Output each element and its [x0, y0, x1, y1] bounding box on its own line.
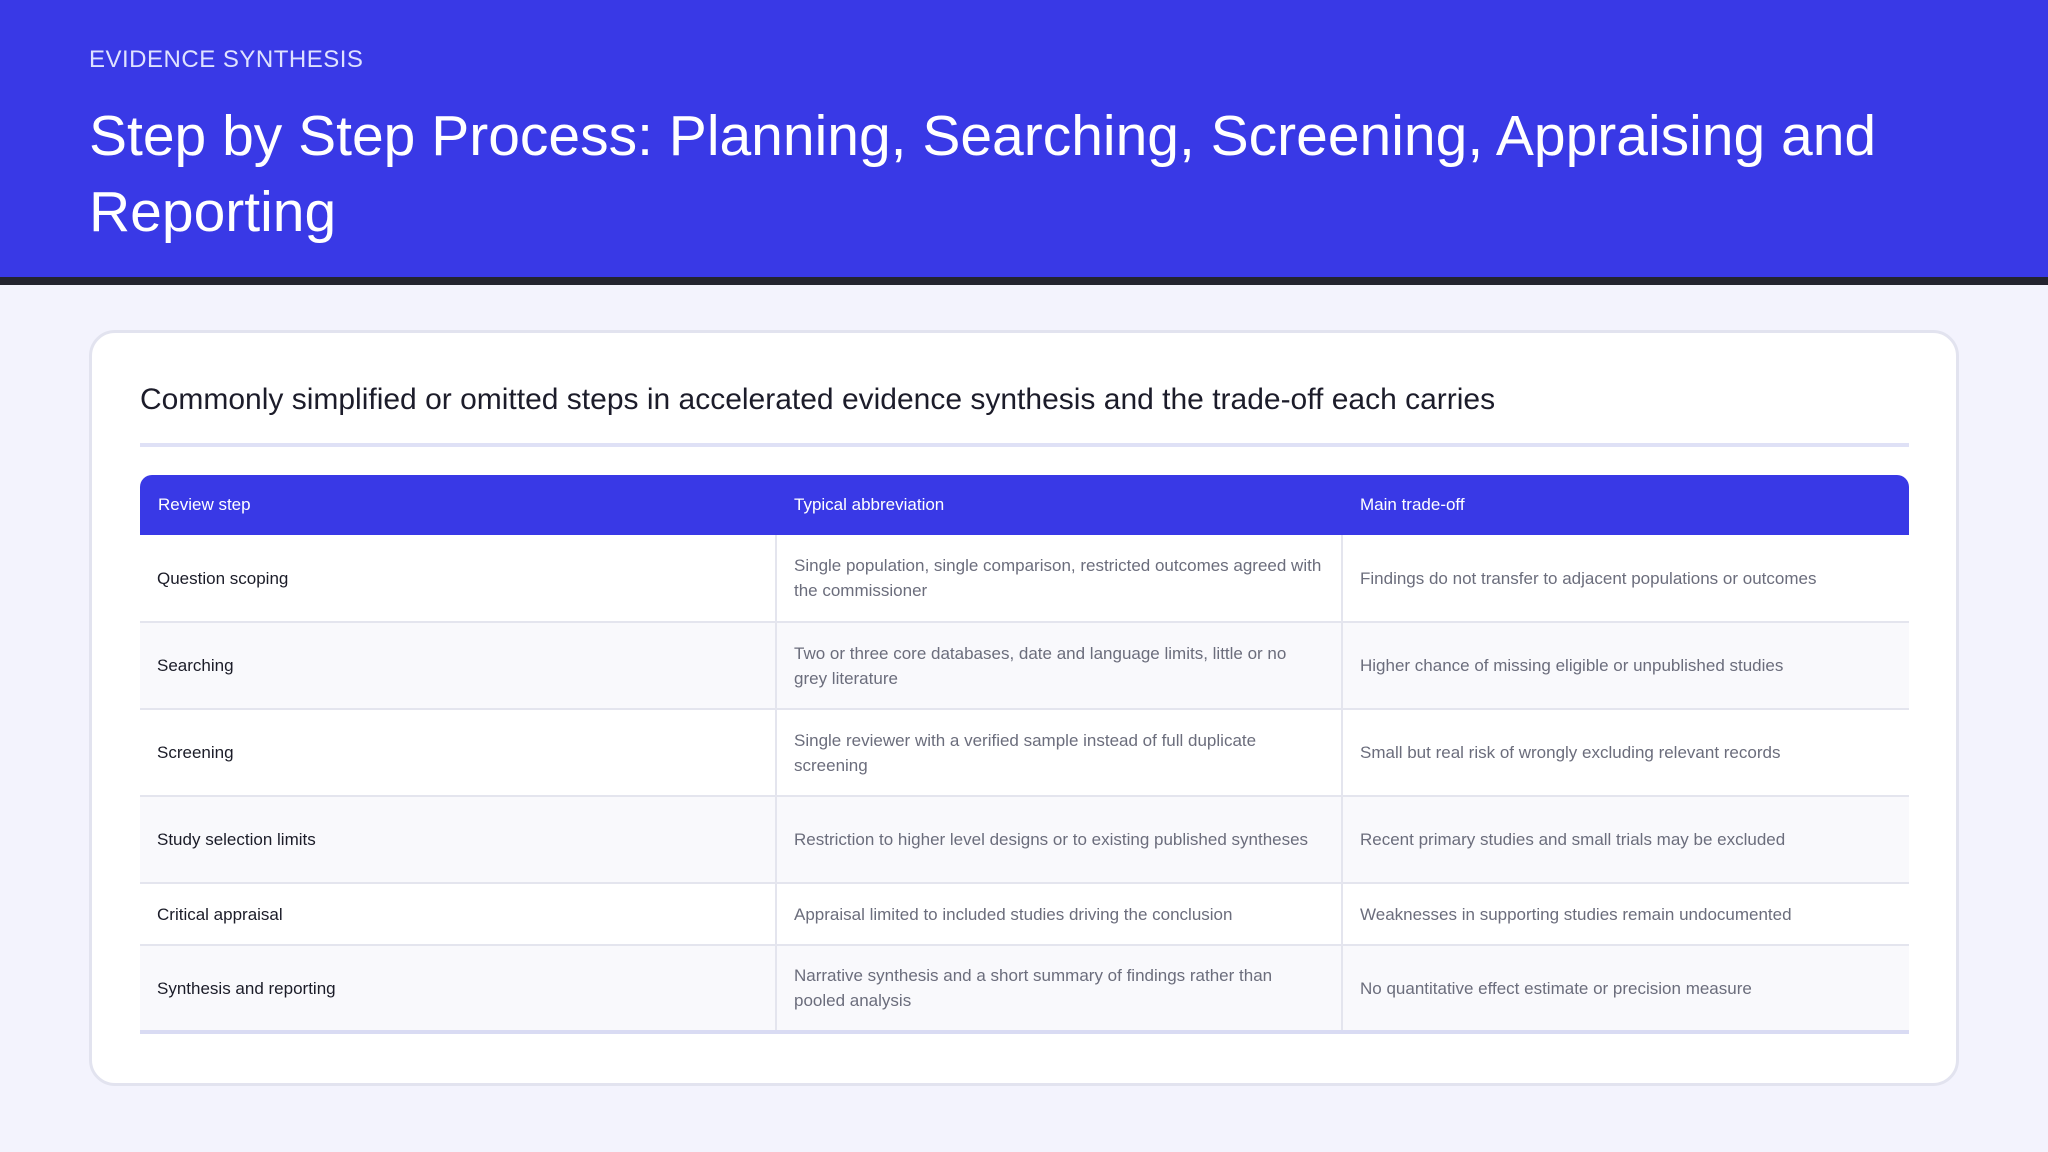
cell-main-trade-off: Small but real risk of wrongly excluding… — [1341, 709, 1909, 797]
cell-typical-abbreviation: Appraisal limited to included studies dr… — [775, 883, 1342, 946]
column-header-review-step: Review step — [140, 475, 776, 535]
page-header: EVIDENCE SYNTHESIS Step by Step Process:… — [0, 0, 2048, 285]
table-header-row: Review step Typical abbreviation Main tr… — [140, 475, 1909, 535]
cell-main-trade-off: Weaknesses in supporting studies remain … — [1341, 883, 1909, 946]
table-row: Searching Two or three core databases, d… — [140, 622, 1909, 710]
card-title: Commonly simplified or omitted steps in … — [140, 383, 1496, 416]
page-title: Step by Step Process: Planning, Searchin… — [89, 104, 1877, 244]
table-row: Question scoping Single population, sing… — [140, 535, 1909, 623]
title-divider — [140, 443, 1909, 447]
steps-table: Review step Typical abbreviation Main tr… — [140, 475, 1909, 1034]
table-row: Critical appraisal Appraisal limited to … — [140, 883, 1909, 946]
cell-review-step: Question scoping — [140, 535, 776, 623]
table-row: Screening Single reviewer with a verifie… — [140, 709, 1909, 797]
column-header-typical-abbreviation: Typical abbreviation — [776, 475, 1342, 535]
cell-main-trade-off: No quantitative effect estimate or preci… — [1341, 945, 1909, 1034]
cell-review-step: Synthesis and reporting — [140, 945, 776, 1034]
cell-main-trade-off: Findings do not transfer to adjacent pop… — [1341, 535, 1909, 623]
content-card: Commonly simplified or omitted steps in … — [89, 330, 1959, 1086]
table-row: Study selection limits Restriction to hi… — [140, 796, 1909, 884]
cell-typical-abbreviation: Narrative synthesis and a short summary … — [775, 945, 1342, 1034]
cell-typical-abbreviation: Single reviewer with a verified sample i… — [775, 709, 1342, 797]
cell-main-trade-off: Recent primary studies and small trials … — [1341, 796, 1909, 884]
section-eyebrow: EVIDENCE SYNTHESIS — [89, 46, 364, 73]
cell-review-step: Study selection limits — [140, 796, 776, 884]
cell-review-step: Screening — [140, 709, 776, 797]
cell-typical-abbreviation: Restriction to higher level designs or t… — [775, 796, 1342, 884]
cell-review-step: Critical appraisal — [140, 883, 776, 946]
cell-review-step: Searching — [140, 622, 776, 710]
table-row: Synthesis and reporting Narrative synthe… — [140, 945, 1909, 1034]
cell-main-trade-off: Higher chance of missing eligible or unp… — [1341, 622, 1909, 710]
column-header-main-trade-off: Main trade-off — [1342, 475, 1909, 535]
cell-typical-abbreviation: Two or three core databases, date and la… — [775, 622, 1342, 710]
cell-typical-abbreviation: Single population, single comparison, re… — [775, 535, 1342, 623]
